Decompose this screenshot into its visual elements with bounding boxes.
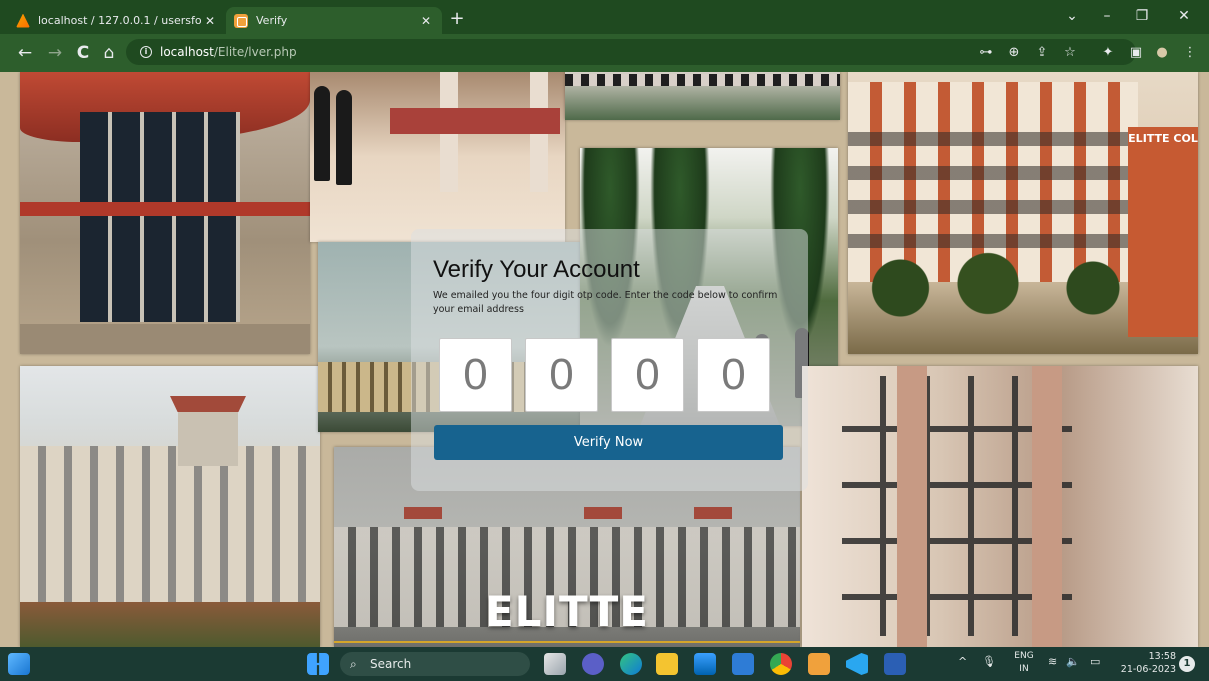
otp-digit-4[interactable]: 0 <box>697 338 770 412</box>
verify-title: Verify Your Account <box>433 256 640 283</box>
profile-avatar-icon[interactable]: ● <box>1152 44 1172 62</box>
browser-tab-strip: localhost / 127.0.0.1 / usersform ✕ Veri… <box>0 0 1209 34</box>
side-panel-icon[interactable]: ▣ <box>1126 44 1146 62</box>
tab-label: Verify <box>256 14 288 27</box>
input-language[interactable]: ENG IN <box>1012 650 1036 676</box>
extensions-icon[interactable]: ✦ <box>1098 44 1118 62</box>
otp-digit-1[interactable]: 0 <box>439 338 512 412</box>
tab-label: localhost / 127.0.0.1 / usersform <box>38 14 202 27</box>
word-icon[interactable] <box>884 653 906 675</box>
microphone-icon[interactable]: 🎙 <box>982 655 996 668</box>
widgets-icon[interactable] <box>8 653 30 675</box>
windows-start-icon[interactable] <box>307 653 329 675</box>
notification-badge[interactable]: 1 <box>1179 656 1195 672</box>
site-info-icon[interactable]: i <box>140 46 152 58</box>
clock-date: 21-06-2023 <box>1120 664 1176 675</box>
browser-menu-icon[interactable]: ⋮ <box>1180 44 1200 62</box>
lang-region: IN <box>1019 664 1029 674</box>
campus-photo-building <box>20 366 320 647</box>
campus-photo-courtyard <box>565 72 840 120</box>
teams-chat-icon[interactable] <box>582 653 604 675</box>
campus-photo-hallway <box>802 366 1198 647</box>
minimize-button[interactable]: – <box>1093 8 1121 24</box>
phpmyadmin-icon <box>16 13 30 28</box>
volume-icon[interactable]: 🔈 <box>1066 655 1080 668</box>
forward-button[interactable]: → <box>44 43 66 63</box>
os-taskbar: ⌕ Search ^ 🎙 ENG IN ≋ 🔈 ▭ 13:58 21-06-20… <box>0 647 1209 681</box>
back-button[interactable]: ← <box>14 43 36 63</box>
battery-icon[interactable]: ▭ <box>1090 655 1100 668</box>
home-button[interactable]: ⌂ <box>98 43 120 63</box>
close-window-button[interactable]: ✕ <box>1170 8 1198 24</box>
restore-button[interactable]: ❐ <box>1128 8 1156 24</box>
verify-now-button[interactable]: Verify Now <box>434 425 783 460</box>
url-path: /Elite/lver.php <box>213 45 297 59</box>
ms-store-icon[interactable] <box>694 653 716 675</box>
app-launcher-icon[interactable] <box>808 653 830 675</box>
gate-sign-text: ELITTE COL <box>1128 132 1198 145</box>
share-icon[interactable]: ⇪ <box>1032 44 1052 62</box>
campus-photo-entrance <box>20 72 310 354</box>
task-view-icon[interactable] <box>544 653 566 675</box>
taskbar-search[interactable]: ⌕ Search <box>340 652 530 676</box>
taskbar-search-label: Search <box>370 657 412 671</box>
verify-page-icon <box>234 13 248 28</box>
url-host: localhost <box>160 45 214 59</box>
zoom-icon[interactable]: ⊕ <box>1004 44 1024 62</box>
tab-verify[interactable]: Verify ✕ <box>226 7 442 34</box>
chrome-icon[interactable] <box>770 653 792 675</box>
browser-toolbar: ← → C ⌂ i localhost /Elite/lver.php ⊶ ⊕ … <box>0 34 1209 72</box>
tab-close-icon[interactable]: ✕ <box>202 14 218 28</box>
reload-button[interactable]: C <box>72 43 94 63</box>
campus-photo-gate: ELITTE COL <box>848 72 1198 354</box>
bookmark-star-icon[interactable]: ☆ <box>1060 44 1080 62</box>
elitte-logo-text: ELITTE <box>484 587 650 636</box>
mail-icon[interactable] <box>732 653 754 675</box>
lang-code: ENG <box>1014 651 1034 661</box>
campus-photo-lobby <box>310 72 565 242</box>
tab-close-icon[interactable]: ✕ <box>418 14 434 28</box>
vscode-icon[interactable] <box>846 653 868 675</box>
edge-browser-icon[interactable] <box>620 653 642 675</box>
otp-digit-2[interactable]: 0 <box>525 338 598 412</box>
verify-subtitle: We emailed you the four digit otp code. … <box>433 290 778 315</box>
clock-time: 13:58 <box>1148 651 1176 662</box>
taskbar-clock[interactable]: 13:58 21-06-2023 <box>1116 650 1176 676</box>
password-key-icon[interactable]: ⊶ <box>976 44 996 62</box>
search-icon: ⌕ <box>350 657 357 671</box>
wifi-icon[interactable]: ≋ <box>1048 655 1057 668</box>
tray-chevron-icon[interactable]: ^ <box>958 655 967 668</box>
otp-digit-3[interactable]: 0 <box>611 338 684 412</box>
file-explorer-icon[interactable] <box>656 653 678 675</box>
tab-search-icon[interactable]: ⌄ <box>1058 8 1086 24</box>
tab-usersform[interactable]: localhost / 127.0.0.1 / usersform ✕ <box>8 7 226 34</box>
new-tab-button[interactable]: + <box>446 9 468 31</box>
